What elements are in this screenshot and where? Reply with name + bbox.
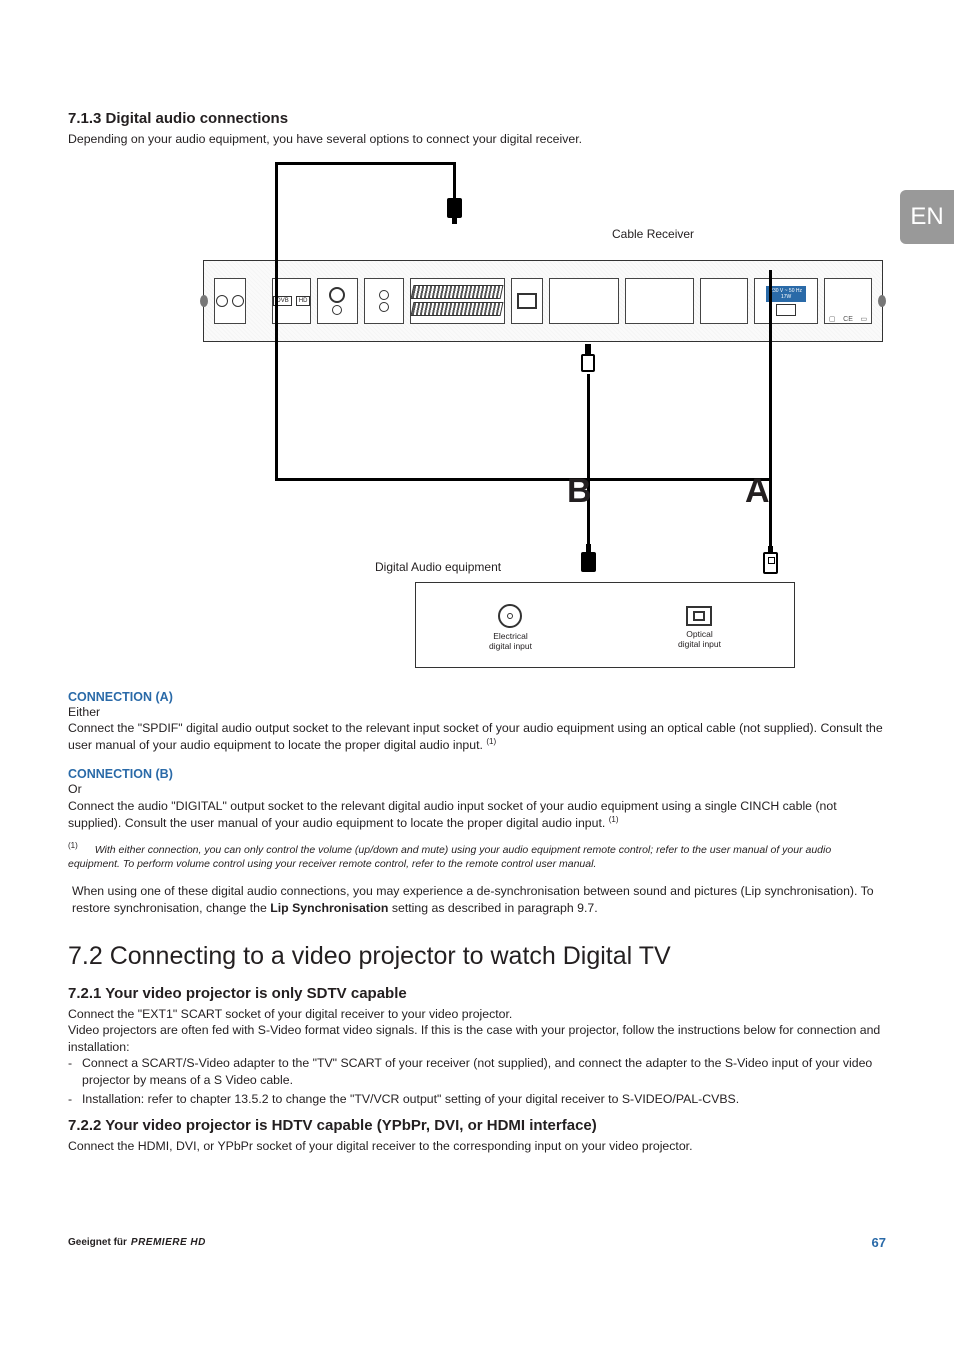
av-jacks-icon [214,278,246,324]
optical-port-icon [511,278,543,324]
connection-diagram: Cable Receiver DVBHD 230 V ~ 50 Hz17W ▢C… [197,162,757,672]
p-722-1: Connect the HDMI, DVI, or YPbPr socket o… [68,1138,886,1155]
footer-prefix: Geeignet für [68,1237,127,1248]
connection-b-heading: CONNECTION (B) [68,767,886,781]
wire [275,478,590,481]
optical-input-icon: Opticaldigital input [678,606,721,649]
lip-sync-note: When using one of these digital audio co… [68,881,886,919]
either-label: Either [68,704,886,721]
wire [453,162,456,202]
dvb-badge-icon: DVBHD [272,278,311,324]
intro-713: Depending on your audio equipment, you h… [68,131,886,148]
connection-a-text: Connect the "SPDIF" digital audio output… [68,720,886,753]
info-plate-icon [549,278,618,324]
list-item: Installation: refer to chapter 13.5.2 to… [68,1091,886,1108]
electrical-input-icon: Electricaldigital input [489,604,532,651]
cinch-plug-icon [581,552,596,572]
info-plate-icon [625,278,694,324]
audio-equipment-box: Electricaldigital input Opticaldigital i… [415,582,795,668]
scart-ports-icon [410,278,506,324]
plug-icon [447,198,462,218]
footnote-ref: (1) [609,815,619,824]
label-b: B [567,472,592,511]
p-721-1: Connect the "EXT1" SCART socket of your … [68,1006,886,1023]
label-a: A [745,472,770,511]
blank-plate-icon [700,278,748,324]
power-plate-icon: 230 V ~ 50 Hz17W [754,278,818,324]
lip-sync-bold: Lip Synchronisation [270,901,388,915]
wire [275,270,278,480]
audio-out-icon [364,278,404,324]
wire [275,162,455,165]
wire [275,162,278,270]
page-number: 67 [872,1235,886,1250]
footer-brand: PREMIERE HD [131,1237,206,1248]
cable-receiver-box: DVBHD 230 V ~ 50 Hz17W ▢CE▭ [203,260,883,342]
port-label: digital input [489,641,532,651]
list-721: Connect a SCART/S-Video adapter to the "… [68,1055,886,1107]
heading-722: 7.2.2 Your video projector is HDTV capab… [68,1117,886,1134]
footnote-text: With either connection, you can only con… [68,844,831,870]
cable-receiver-label: Cable Receiver [612,227,694,241]
plug-icon [581,344,595,378]
heading-721: 7.2.1 Your video projector is only SDTV … [68,985,886,1002]
wire [587,478,771,481]
heading-713: 7.1.3 Digital audio connections [68,110,886,127]
footnote-number: (1) [68,841,78,850]
optical-plug-icon [763,552,778,574]
connection-b-text: Connect the audio "DIGITAL" output socke… [68,798,886,831]
connection-a-heading: CONNECTION (A) [68,690,886,704]
ce-mark-icon: ▢CE▭ [824,278,872,324]
wire [587,374,590,480]
footnote-ref: (1) [486,737,496,746]
list-item: Connect a SCART/S-Video adapter to the "… [68,1055,886,1088]
p-721-2: Video projectors are often fed with S-Vi… [68,1022,886,1055]
diagram-container: Cable Receiver DVBHD 230 V ~ 50 Hz17W ▢C… [68,162,886,672]
or-label: Or [68,781,886,798]
page-content: 7.1.3 Digital audio connections Dependin… [0,0,954,1310]
digital-out-icon [317,278,357,324]
footer-left: Geeignet für PREMIERE HD [68,1237,206,1248]
footnote: (1) With either connection, you can only… [68,841,886,871]
digital-audio-equipment-label: Digital Audio equipment [375,560,501,574]
heading-72: 7.2 Connecting to a video projector to w… [68,942,886,971]
page-footer: Geeignet für PREMIERE HD 67 [68,1235,886,1250]
port-label: digital input [678,639,721,649]
